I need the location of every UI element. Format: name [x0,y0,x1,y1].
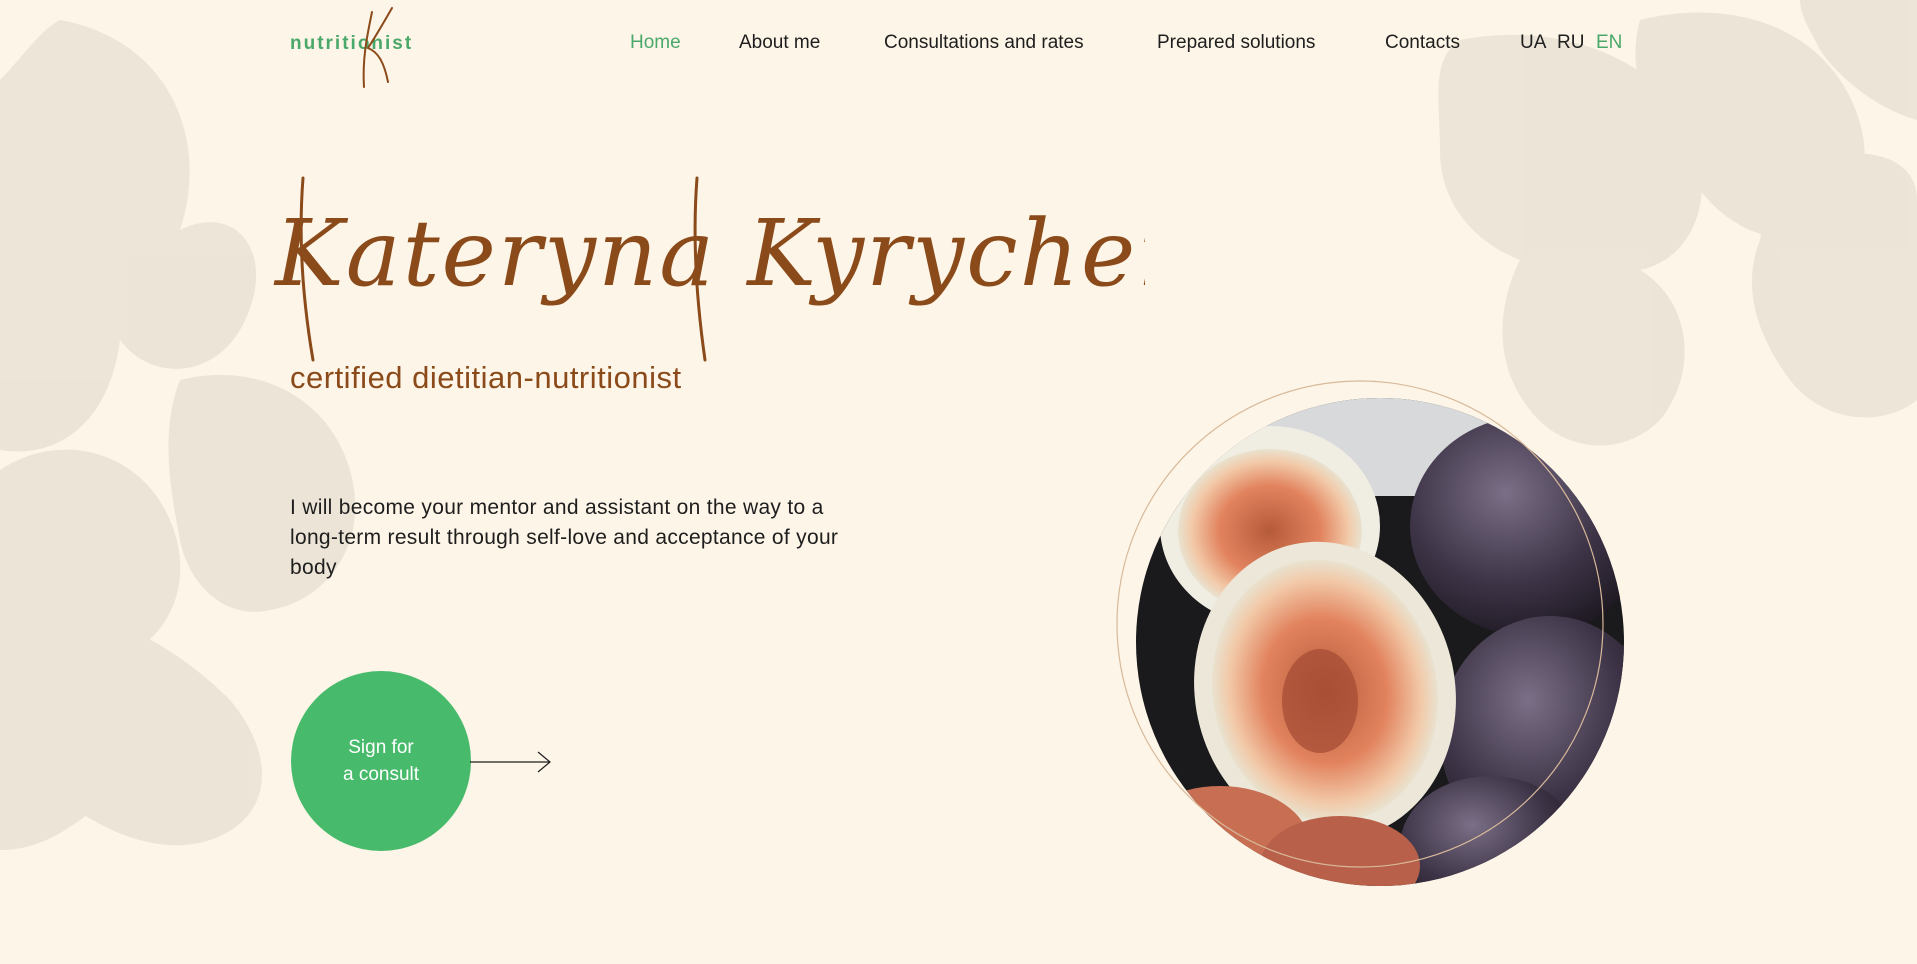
svg-text:Kateryna Kyrychenko: Kateryna Kyrychenko [273,200,1145,307]
nav-item-consultations-and-rates[interactable]: Consultations and rates [884,32,1084,54]
lang-switch-en[interactable]: EN [1596,32,1622,54]
arrow-right-icon [470,751,551,773]
logo[interactable]: nutritionist K [290,0,420,90]
nav-item-home[interactable]: Home [630,32,681,54]
lang-switch-ua[interactable]: UA [1520,32,1546,54]
sign-for-consult-button[interactable]: Sign for a consult [291,671,471,851]
nav-item-about-me[interactable]: About me [739,32,820,54]
logo-monogram-icon: K [350,2,393,88]
cta-label-line-2: a consult [342,764,420,785]
figs-photo [1136,398,1624,886]
site-header: nutritionist K Home About me Consultatio… [0,0,1917,90]
nav-item-prepared-solutions[interactable]: Prepared solutions [1157,32,1315,54]
lang-switch-ru[interactable]: RU [1557,32,1584,54]
hero-subtitle: certified dietitian-nutritionist [290,360,682,395]
cta-label: Sign for a consult [321,734,441,788]
hero-photo [1110,376,1630,896]
cta-label-line-1: Sign for [348,737,414,758]
nav-item-contacts[interactable]: Contacts [1385,32,1460,54]
svg-text:K: K [350,2,351,3]
hero-lead-text: I will become your mentor and assistant … [290,496,839,579]
hero-name: Kateryna Kyrychenko [273,176,1145,362]
